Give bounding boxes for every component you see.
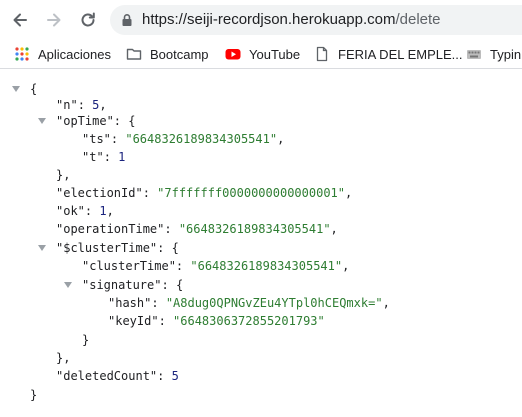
- bookmark-label: Typin: [490, 46, 522, 62]
- bookmarks-bar: Aplicaciones Bootcamp YouTube FERIA DEL …: [0, 40, 522, 69]
- json-number: 5: [171, 369, 179, 383]
- back-button[interactable]: [8, 8, 32, 32]
- json-key: "ok": [56, 204, 85, 218]
- json-punct: }: [30, 388, 38, 402]
- json-line-close: }: [30, 387, 37, 403]
- json-line-clustertime-close: },: [56, 350, 70, 366]
- collapse-toggle-optime[interactable]: [38, 118, 46, 124]
- forward-button[interactable]: [42, 8, 66, 32]
- json-line-signature-close: }: [82, 332, 89, 348]
- json-punct: {: [175, 278, 184, 292]
- json-punct: },: [56, 351, 71, 365]
- bookmark-bootcamp[interactable]: Bootcamp: [126, 45, 209, 63]
- json-line-inner-clustertime: "clusterTime": "6648326189834305541",: [82, 259, 350, 273]
- bookmark-label: Aplicaciones: [38, 46, 111, 62]
- collapse-toggle-root[interactable]: [12, 86, 20, 92]
- json-punct: {: [128, 114, 136, 128]
- typing-icon: [466, 46, 482, 62]
- bookmark-label: Bootcamp: [150, 46, 209, 62]
- json-key: "opTime": [56, 114, 114, 128]
- json-key: "electionId": [56, 186, 143, 200]
- json-line-n: "n": 5,: [56, 98, 107, 112]
- json-number: 1: [99, 204, 107, 218]
- youtube-icon: [225, 46, 241, 62]
- json-key: "deletedCount": [56, 369, 158, 383]
- bookmark-typing[interactable]: Typin: [466, 45, 521, 63]
- json-viewer: { "n": 5, "opTime": { "ts": "66483261898…: [0, 76, 522, 417]
- json-line-keyid: "keyId": "6648306372855201793": [108, 314, 325, 328]
- json-key: "t": [82, 150, 104, 164]
- json-key: "clusterTime": [82, 259, 176, 273]
- back-arrow-icon: [13, 13, 27, 27]
- json-line-operationtime: "operationTime": "6648326189834305541",: [56, 222, 338, 236]
- bookmark-apps[interactable]: Aplicaciones: [14, 45, 111, 63]
- url-text: https://seiji-recordjson.herokuapp.com/d…: [142, 11, 441, 28]
- json-line-optime-close: },: [56, 167, 70, 183]
- address-bar[interactable]: https://seiji-recordjson.herokuapp.com/d…: [110, 5, 522, 35]
- json-key: "n": [56, 98, 78, 112]
- collapse-toggle-signature[interactable]: [64, 282, 72, 288]
- json-key: "hash": [108, 296, 152, 310]
- json-line-open: {: [30, 81, 37, 97]
- forward-arrow-icon: [47, 13, 61, 27]
- json-punct: {: [30, 82, 38, 96]
- browser-toolbar: https://seiji-recordjson.herokuapp.com/d…: [0, 0, 522, 40]
- json-key: "signature": [82, 278, 162, 292]
- lock-icon: [122, 14, 132, 26]
- json-string: "6648326189834305541": [125, 132, 278, 146]
- json-punct: },: [56, 168, 71, 182]
- json-number: 1: [118, 150, 126, 164]
- json-key: "keyId": [108, 314, 159, 328]
- json-line-optime: "opTime": {: [56, 114, 136, 128]
- bookmark-label: FERIA DEL EMPLE...: [338, 46, 463, 62]
- json-line-signature: "signature": {: [82, 278, 184, 292]
- bookmark-youtube[interactable]: YouTube: [225, 45, 300, 63]
- json-key: "$clusterTime": [56, 241, 158, 255]
- reload-button[interactable]: [76, 8, 100, 32]
- json-string: "6648326189834305541": [178, 222, 331, 236]
- url-path: /delete: [395, 11, 441, 28]
- reload-icon: [81, 12, 95, 27]
- json-line-electionid: "electionId": "7fffffff0000000000000001"…: [56, 186, 353, 200]
- json-key: "ts": [82, 132, 111, 146]
- json-line-ok: "ok": 1,: [56, 204, 114, 218]
- bookmark-label: YouTube: [249, 46, 301, 62]
- collapse-toggle-clustertime[interactable]: [38, 245, 46, 251]
- apps-grid-icon: [14, 46, 30, 62]
- json-line-hash: "hash": "A8dug0QPNGvZEu4YTpl0hCEQmxk=",: [108, 296, 390, 310]
- page-icon: [314, 46, 330, 62]
- json-punct: }: [82, 333, 90, 347]
- json-punct: {: [171, 241, 179, 255]
- folder-icon: [126, 46, 142, 62]
- json-line-t: "t": 1: [82, 150, 126, 164]
- json-string: "7fffffff0000000000000001": [157, 186, 345, 200]
- url-host: https://seiji-recordjson.herokuapp.com: [142, 11, 396, 28]
- json-string: "6648326189834305541": [190, 259, 343, 273]
- json-line-deletedcount: "deletedCount": 5: [56, 369, 179, 383]
- bookmark-feria[interactable]: FERIA DEL EMPLE...: [314, 45, 463, 63]
- json-string: "6648306372855201793": [173, 314, 325, 328]
- json-line-clustertime: "$clusterTime": {: [56, 241, 179, 255]
- json-string: "A8dug0QPNGvZEu4YTpl0hCEQmxk=": [165, 296, 383, 310]
- json-line-ts: "ts": "6648326189834305541",: [82, 132, 285, 146]
- json-key: "operationTime": [56, 222, 165, 236]
